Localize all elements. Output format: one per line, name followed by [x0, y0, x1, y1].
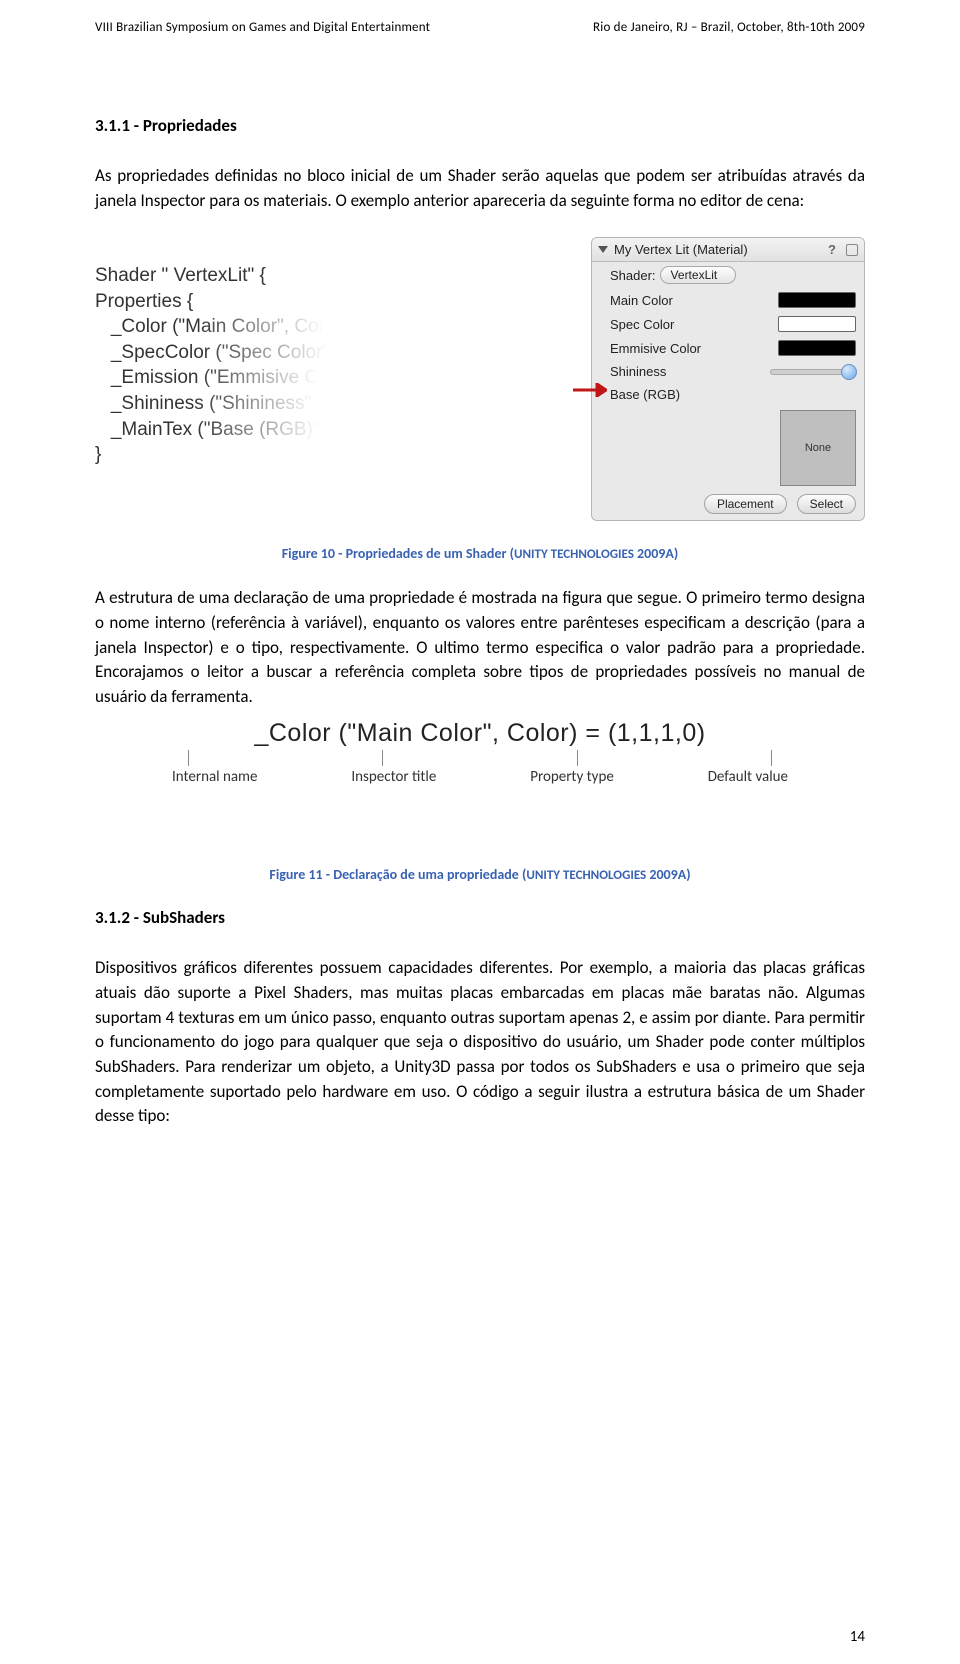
diagram-marks — [170, 750, 790, 766]
texture-slot[interactable]: None — [610, 410, 856, 486]
page-number: 14 — [850, 1628, 865, 1646]
gear-icon[interactable] — [846, 244, 858, 256]
figure-10-caption: Figure 10 - Propriedades de um Shader (U… — [95, 545, 865, 562]
header-left: VIII Brazilian Symposium on Games and Di… — [95, 20, 430, 35]
texture-thumb[interactable]: None — [780, 410, 856, 486]
label-inspector-title: Inspector title — [351, 768, 436, 786]
inspector-row-shader: Shader: VertexLit — [592, 262, 864, 288]
shininess-slider[interactable] — [770, 369, 856, 375]
inspector-footer: Placement Select — [592, 490, 864, 520]
inspector-panel: My Vertex Lit (Material) ? Shader: Verte… — [591, 237, 865, 521]
figure-11: _Color ("Main Color", Color) = (1,1,1,0)… — [170, 719, 790, 786]
inspector-row-emissive-color: Emmisive Color — [592, 336, 864, 360]
figure-10: Shader " VertexLit" { Properties { _Colo… — [95, 237, 865, 521]
inspector-row-spec-color: Spec Color — [592, 312, 864, 336]
shader-code: Shader " VertexLit" { Properties { _Colo… — [95, 237, 571, 519]
placement-button[interactable]: Placement — [704, 494, 787, 514]
shader-dropdown[interactable]: VertexLit — [660, 266, 737, 284]
label-internal-name: Internal name — [172, 768, 258, 786]
section-heading-subshaders: 3.1.2 - SubShaders — [95, 907, 865, 928]
color-swatch-main[interactable] — [778, 292, 856, 308]
shader-label: Shader: — [610, 268, 656, 283]
figure-11-caption: Figure 11 - Declaração de uma propriedad… — [95, 866, 865, 883]
para-subshaders: Dispositivos gráficos diferentes possuem… — [95, 956, 865, 1128]
label-property-type: Property type — [530, 768, 614, 786]
help-icon[interactable]: ? — [828, 242, 836, 257]
property-expression: _Color ("Main Color", Color) = (1,1,1,0) — [170, 719, 790, 748]
inspector-row-shininess: Shininess — [592, 360, 864, 383]
para-structure: A estrutura de uma declaração de uma pro… — [95, 586, 865, 709]
header-right: Rio de Janeiro, RJ – Brazil, October, 8t… — [593, 20, 865, 35]
inspector-title: My Vertex Lit (Material) — [614, 242, 748, 257]
disclosure-triangle-icon[interactable] — [598, 246, 608, 253]
section-heading-propriedades: 3.1.1 - Propriedades — [95, 115, 865, 136]
diagram-labels: Internal name Inspector title Property t… — [170, 768, 790, 786]
inspector-row-main-color: Main Color — [592, 288, 864, 312]
para-propriedades: As propriedades definidas no bloco inici… — [95, 164, 865, 213]
color-swatch-emissive[interactable] — [778, 340, 856, 356]
arrow-icon — [573, 331, 607, 345]
inspector-row-base: Base (RGB) — [592, 383, 864, 406]
select-button[interactable]: Select — [797, 494, 856, 514]
page-header: VIII Brazilian Symposium on Games and Di… — [95, 20, 865, 35]
label-default-value: Default value — [708, 768, 788, 786]
inspector-titlebar: My Vertex Lit (Material) ? — [592, 238, 864, 262]
color-swatch-spec[interactable] — [778, 316, 856, 332]
